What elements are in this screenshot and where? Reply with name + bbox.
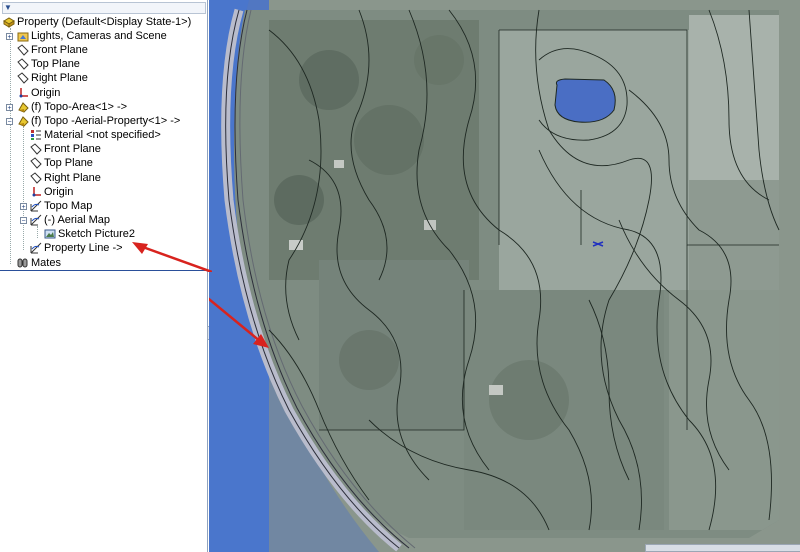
tree-node-sketch-picture2[interactable]: Sketch Picture2 bbox=[44, 227, 135, 241]
plane-icon bbox=[17, 58, 29, 70]
tree-node-top-plane[interactable]: Top Plane bbox=[17, 57, 80, 71]
tree-node-front-plane[interactable]: Front Plane bbox=[17, 43, 88, 57]
tree-node-front-plane-part[interactable]: Front Plane bbox=[30, 142, 101, 156]
origin-icon bbox=[19, 88, 28, 98]
filter-dropdown-icon[interactable]: ▼ bbox=[4, 3, 12, 13]
tree-connector-line bbox=[23, 126, 24, 250]
tree-node-aerial-map[interactable]: (-) Aerial Map bbox=[30, 213, 110, 227]
origin-icon bbox=[32, 187, 41, 197]
expand-toggle-topo-area[interactable]: + bbox=[6, 104, 13, 112]
tree-filter-bar[interactable]: ▼ bbox=[2, 2, 206, 14]
sketch-icon bbox=[30, 242, 42, 254]
tree-node-origin-part[interactable]: Origin bbox=[30, 185, 73, 199]
material-icon bbox=[31, 130, 41, 141]
sketch-icon bbox=[30, 200, 42, 212]
plane-icon bbox=[17, 72, 29, 84]
collapse-toggle-aerial-map[interactable]: − bbox=[20, 217, 27, 225]
part-icon bbox=[18, 102, 29, 113]
tree-node-mates[interactable]: Mates bbox=[17, 256, 61, 270]
collapse-toggle-topo-aerial[interactable]: − bbox=[6, 118, 13, 126]
tree-node-property-line[interactable]: Property Line -> bbox=[30, 241, 123, 255]
tree-node-material[interactable]: Material <not specified> bbox=[30, 128, 161, 142]
plane-icon bbox=[30, 143, 42, 155]
tree-node-origin[interactable]: Origin bbox=[17, 86, 60, 100]
sketch-icon bbox=[30, 214, 42, 226]
tree-connector-line bbox=[10, 28, 11, 264]
pond bbox=[554, 78, 616, 123]
feature-manager-tree: ▼ + + − + − Property (Default<Display St… bbox=[0, 0, 208, 552]
plane-icon bbox=[30, 172, 42, 184]
tree-node-topo-area[interactable]: (f) Topo-Area<1> -> bbox=[17, 100, 127, 114]
plane-icon bbox=[30, 157, 42, 169]
tree-node-topo-map[interactable]: Topo Map bbox=[30, 199, 92, 213]
tree-node-top-plane-part[interactable]: Top Plane bbox=[30, 156, 93, 170]
tree-node-property-assembly[interactable]: Property (Default<Display State-1>) bbox=[3, 15, 191, 29]
aerial-map-drawing bbox=[209, 0, 800, 552]
expand-toggle-lights[interactable]: + bbox=[6, 33, 13, 41]
mates-icon bbox=[17, 258, 28, 268]
part-icon bbox=[18, 116, 29, 127]
graphics-viewport[interactable] bbox=[209, 0, 800, 552]
tree-node-right-plane[interactable]: Right Plane bbox=[17, 71, 88, 85]
tree-connector-line bbox=[37, 226, 38, 238]
lights-folder-icon bbox=[17, 32, 29, 42]
status-readout-box bbox=[645, 544, 800, 552]
plane-icon bbox=[17, 44, 29, 56]
assembly-icon bbox=[3, 17, 15, 28]
tree-node-lights-cameras-scene[interactable]: Lights, Cameras and Scene bbox=[17, 29, 167, 43]
red-arrow-tail-icon bbox=[132, 242, 212, 272]
tree-node-right-plane-part[interactable]: Right Plane bbox=[30, 171, 101, 185]
expand-toggle-topo-map[interactable]: + bbox=[20, 203, 27, 211]
tree-node-topo-aerial-property[interactable]: (f) Topo -Aerial-Property<1> -> bbox=[17, 114, 180, 128]
sketch-picture-icon bbox=[44, 229, 56, 239]
